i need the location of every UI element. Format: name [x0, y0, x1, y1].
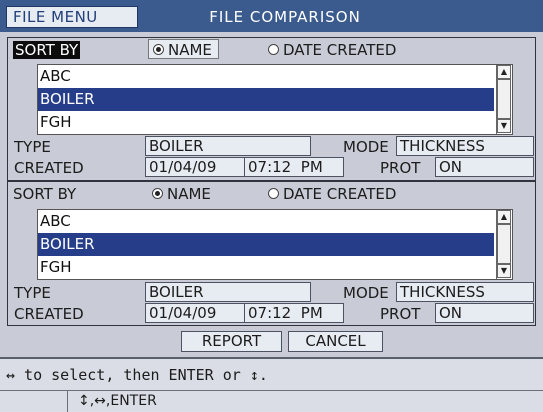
report-button[interactable]: REPORT: [181, 331, 282, 352]
file-list[interactable]: ABC BOILER FGH ▲ ▼: [37, 209, 513, 280]
scrollbar[interactable]: ▲ ▼: [496, 210, 512, 279]
created-date: 01/04/09: [145, 157, 245, 177]
created-label: CREATED: [14, 305, 84, 323]
comparison-panel-1: SORT BY NAME DATE CREATED ABC BOILER FGH…: [7, 37, 536, 181]
list-item-selected[interactable]: BOILER: [38, 88, 494, 111]
list-item[interactable]: ABC: [38, 210, 494, 233]
prot-value: ON: [435, 157, 534, 177]
key-hints: ↕,↔,ENTER: [67, 391, 543, 412]
mode-value: THICKNESS: [396, 136, 534, 156]
type-value: BOILER: [145, 136, 311, 156]
prot-value: ON: [435, 303, 534, 323]
comparison-panel-2: SORT BY NAME DATE CREATED ABC BOILER FGH…: [7, 181, 536, 326]
key-hint-bar: ↕,↔,ENTER: [0, 391, 543, 412]
sort-name-radio[interactable]: NAME: [152, 184, 211, 204]
radio-selected-icon: [152, 188, 163, 199]
type-label: TYPE: [14, 138, 51, 156]
list-item[interactable]: ABC: [38, 65, 494, 88]
list-item[interactable]: FGH: [38, 256, 494, 279]
mode-value: THICKNESS: [396, 282, 534, 302]
prot-label: PROT: [380, 305, 421, 323]
scroll-up-icon[interactable]: ▲: [497, 210, 511, 224]
radio-unselected-icon: [268, 44, 279, 55]
sort-date-created-radio[interactable]: DATE CREATED: [268, 184, 396, 204]
list-item[interactable]: FGH: [38, 111, 494, 134]
status-bar: ↔ to select, then ENTER or ↕.: [0, 357, 543, 391]
cancel-button[interactable]: CANCEL: [288, 331, 383, 352]
created-time: 07:12 PM: [244, 157, 344, 177]
mode-label: MODE: [343, 284, 389, 302]
radio-selected-icon: [153, 44, 164, 55]
status-message: ↔ to select, then ENTER or ↕.: [6, 366, 268, 384]
created-date: 01/04/09: [145, 303, 245, 323]
scroll-down-icon[interactable]: ▼: [497, 119, 511, 133]
screen-title: FILE COMPARISON: [209, 8, 361, 26]
sort-by-label: SORT BY: [13, 41, 81, 59]
title-bar: FILE MENU FILE COMPARISON: [0, 0, 543, 32]
sort-date-created-radio[interactable]: DATE CREATED: [268, 40, 396, 60]
created-label: CREATED: [14, 159, 84, 177]
file-menu-button[interactable]: FILE MENU: [6, 6, 138, 28]
scroll-up-icon[interactable]: ▲: [497, 65, 511, 79]
scroll-thumb[interactable]: [497, 79, 511, 119]
mode-label: MODE: [343, 138, 389, 156]
scroll-thumb[interactable]: [497, 224, 511, 264]
scroll-down-icon[interactable]: ▼: [497, 264, 511, 278]
scrollbar[interactable]: ▲ ▼: [496, 65, 512, 134]
list-item-selected[interactable]: BOILER: [38, 233, 494, 256]
sort-name-radio[interactable]: NAME: [148, 39, 219, 59]
type-value: BOILER: [145, 282, 311, 302]
file-list[interactable]: ABC BOILER FGH ▲ ▼: [37, 64, 513, 135]
type-label: TYPE: [14, 284, 51, 302]
sort-by-label: SORT BY: [13, 185, 77, 203]
radio-unselected-icon: [268, 188, 279, 199]
prot-label: PROT: [380, 159, 421, 177]
created-time: 07:12 PM: [244, 303, 344, 323]
